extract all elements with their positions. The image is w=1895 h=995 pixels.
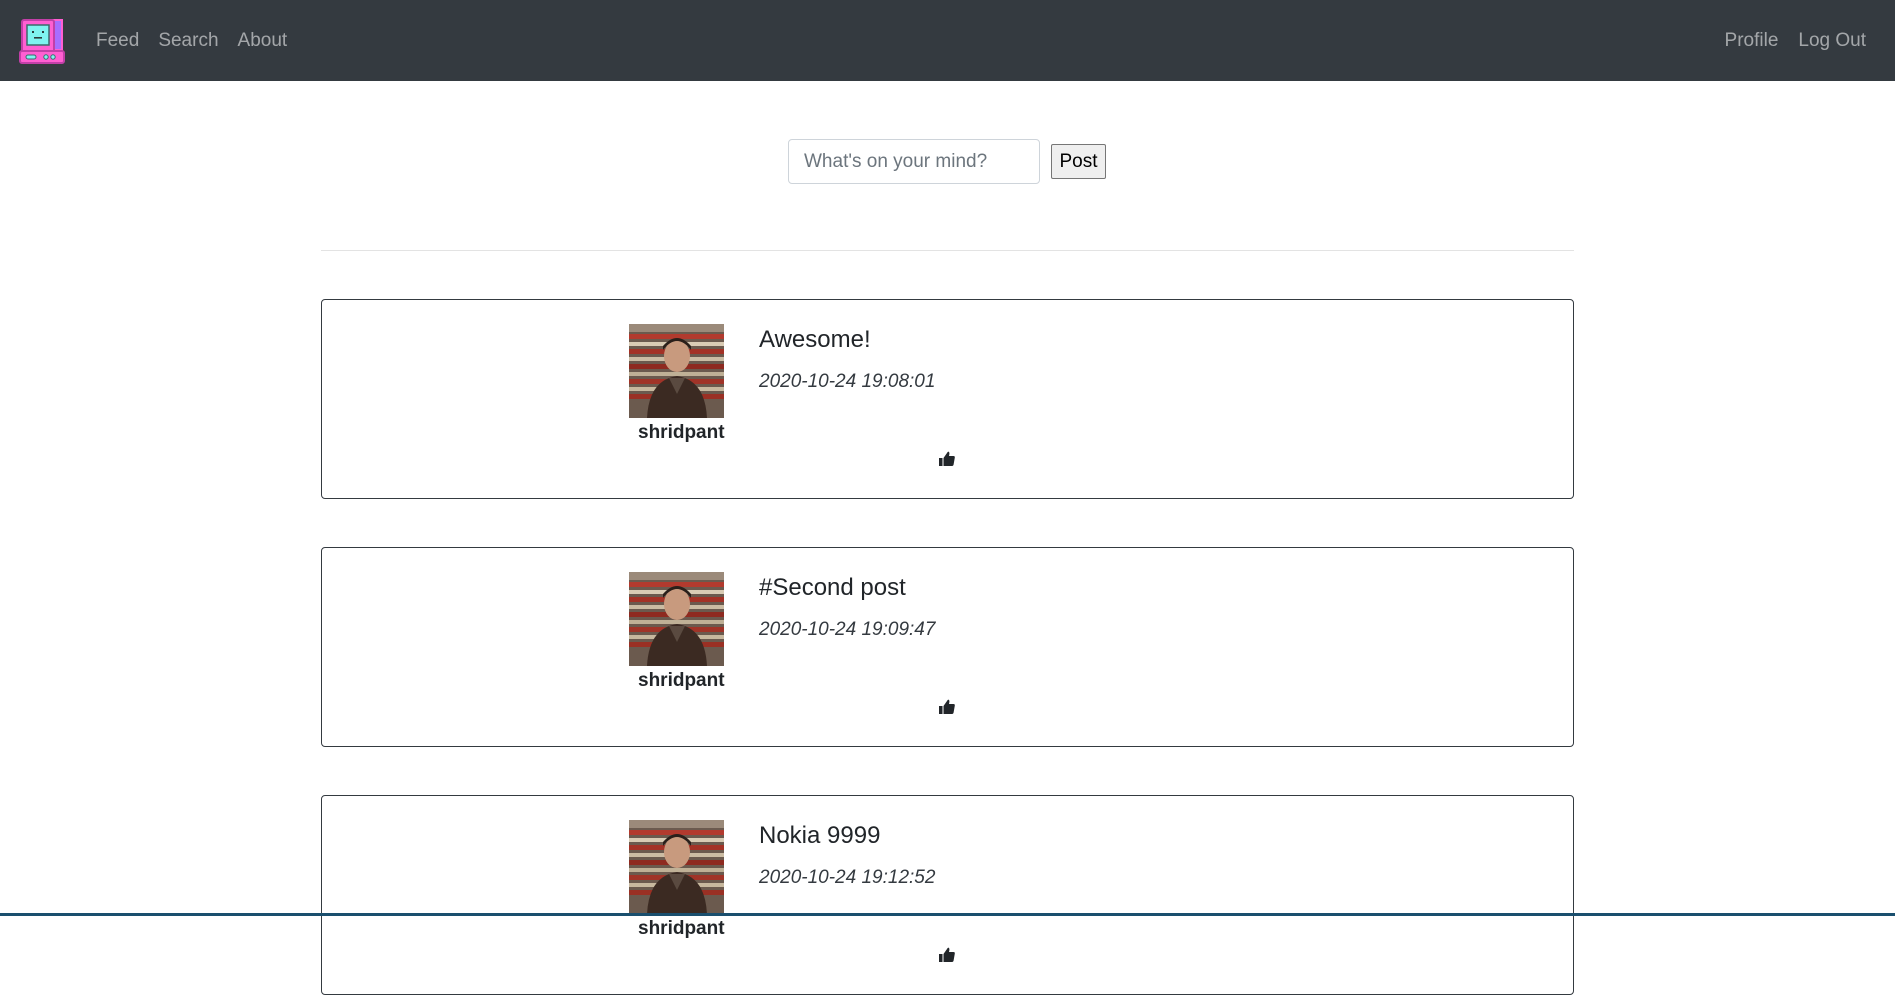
thumbs-up-icon[interactable] <box>938 698 958 718</box>
post-composer: Post <box>788 139 1106 184</box>
post-card: shridpant #Second post 2020-10-24 19:09:… <box>321 547 1574 747</box>
post-timestamp: 2020-10-24 19:08:01 <box>759 371 936 392</box>
post-username[interactable]: shridpant <box>638 422 725 444</box>
post-timestamp: 2020-10-24 19:09:47 <box>759 619 936 640</box>
avatar[interactable] <box>629 820 724 914</box>
post-button[interactable]: Post <box>1051 144 1106 179</box>
avatar[interactable] <box>629 324 724 418</box>
post-title: Nokia 9999 <box>759 822 881 849</box>
nav-right-links: Profile Log Out <box>1725 0 1866 81</box>
post-input[interactable] <box>788 139 1040 184</box>
post-card: shridpant Nokia 9999 2020-10-24 19:12:52 <box>321 795 1574 995</box>
nav-link-profile[interactable]: Profile <box>1725 30 1779 52</box>
nav-link-feed[interactable]: Feed <box>96 30 139 52</box>
divider <box>321 250 1574 251</box>
post-card: shridpant Awesome! 2020-10-24 19:08:01 <box>321 299 1574 499</box>
nav-link-search[interactable]: Search <box>158 30 218 52</box>
post-timestamp: 2020-10-24 19:12:52 <box>759 867 936 888</box>
avatar[interactable] <box>629 572 724 666</box>
thumbs-up-icon[interactable] <box>938 946 958 966</box>
nav-link-logout[interactable]: Log Out <box>1798 30 1866 52</box>
navbar: Feed Search About Profile Log Out <box>0 0 1895 81</box>
post-title: #Second post <box>759 574 906 601</box>
thumbs-up-icon[interactable] <box>938 450 958 470</box>
post-username[interactable]: shridpant <box>638 670 725 692</box>
brand-logo-icon[interactable] <box>18 18 66 64</box>
post-title: Awesome! <box>759 326 871 353</box>
nav-link-about[interactable]: About <box>238 30 288 52</box>
post-username[interactable]: shridpant <box>638 918 725 940</box>
nav-left-links: Feed Search About <box>96 0 287 81</box>
